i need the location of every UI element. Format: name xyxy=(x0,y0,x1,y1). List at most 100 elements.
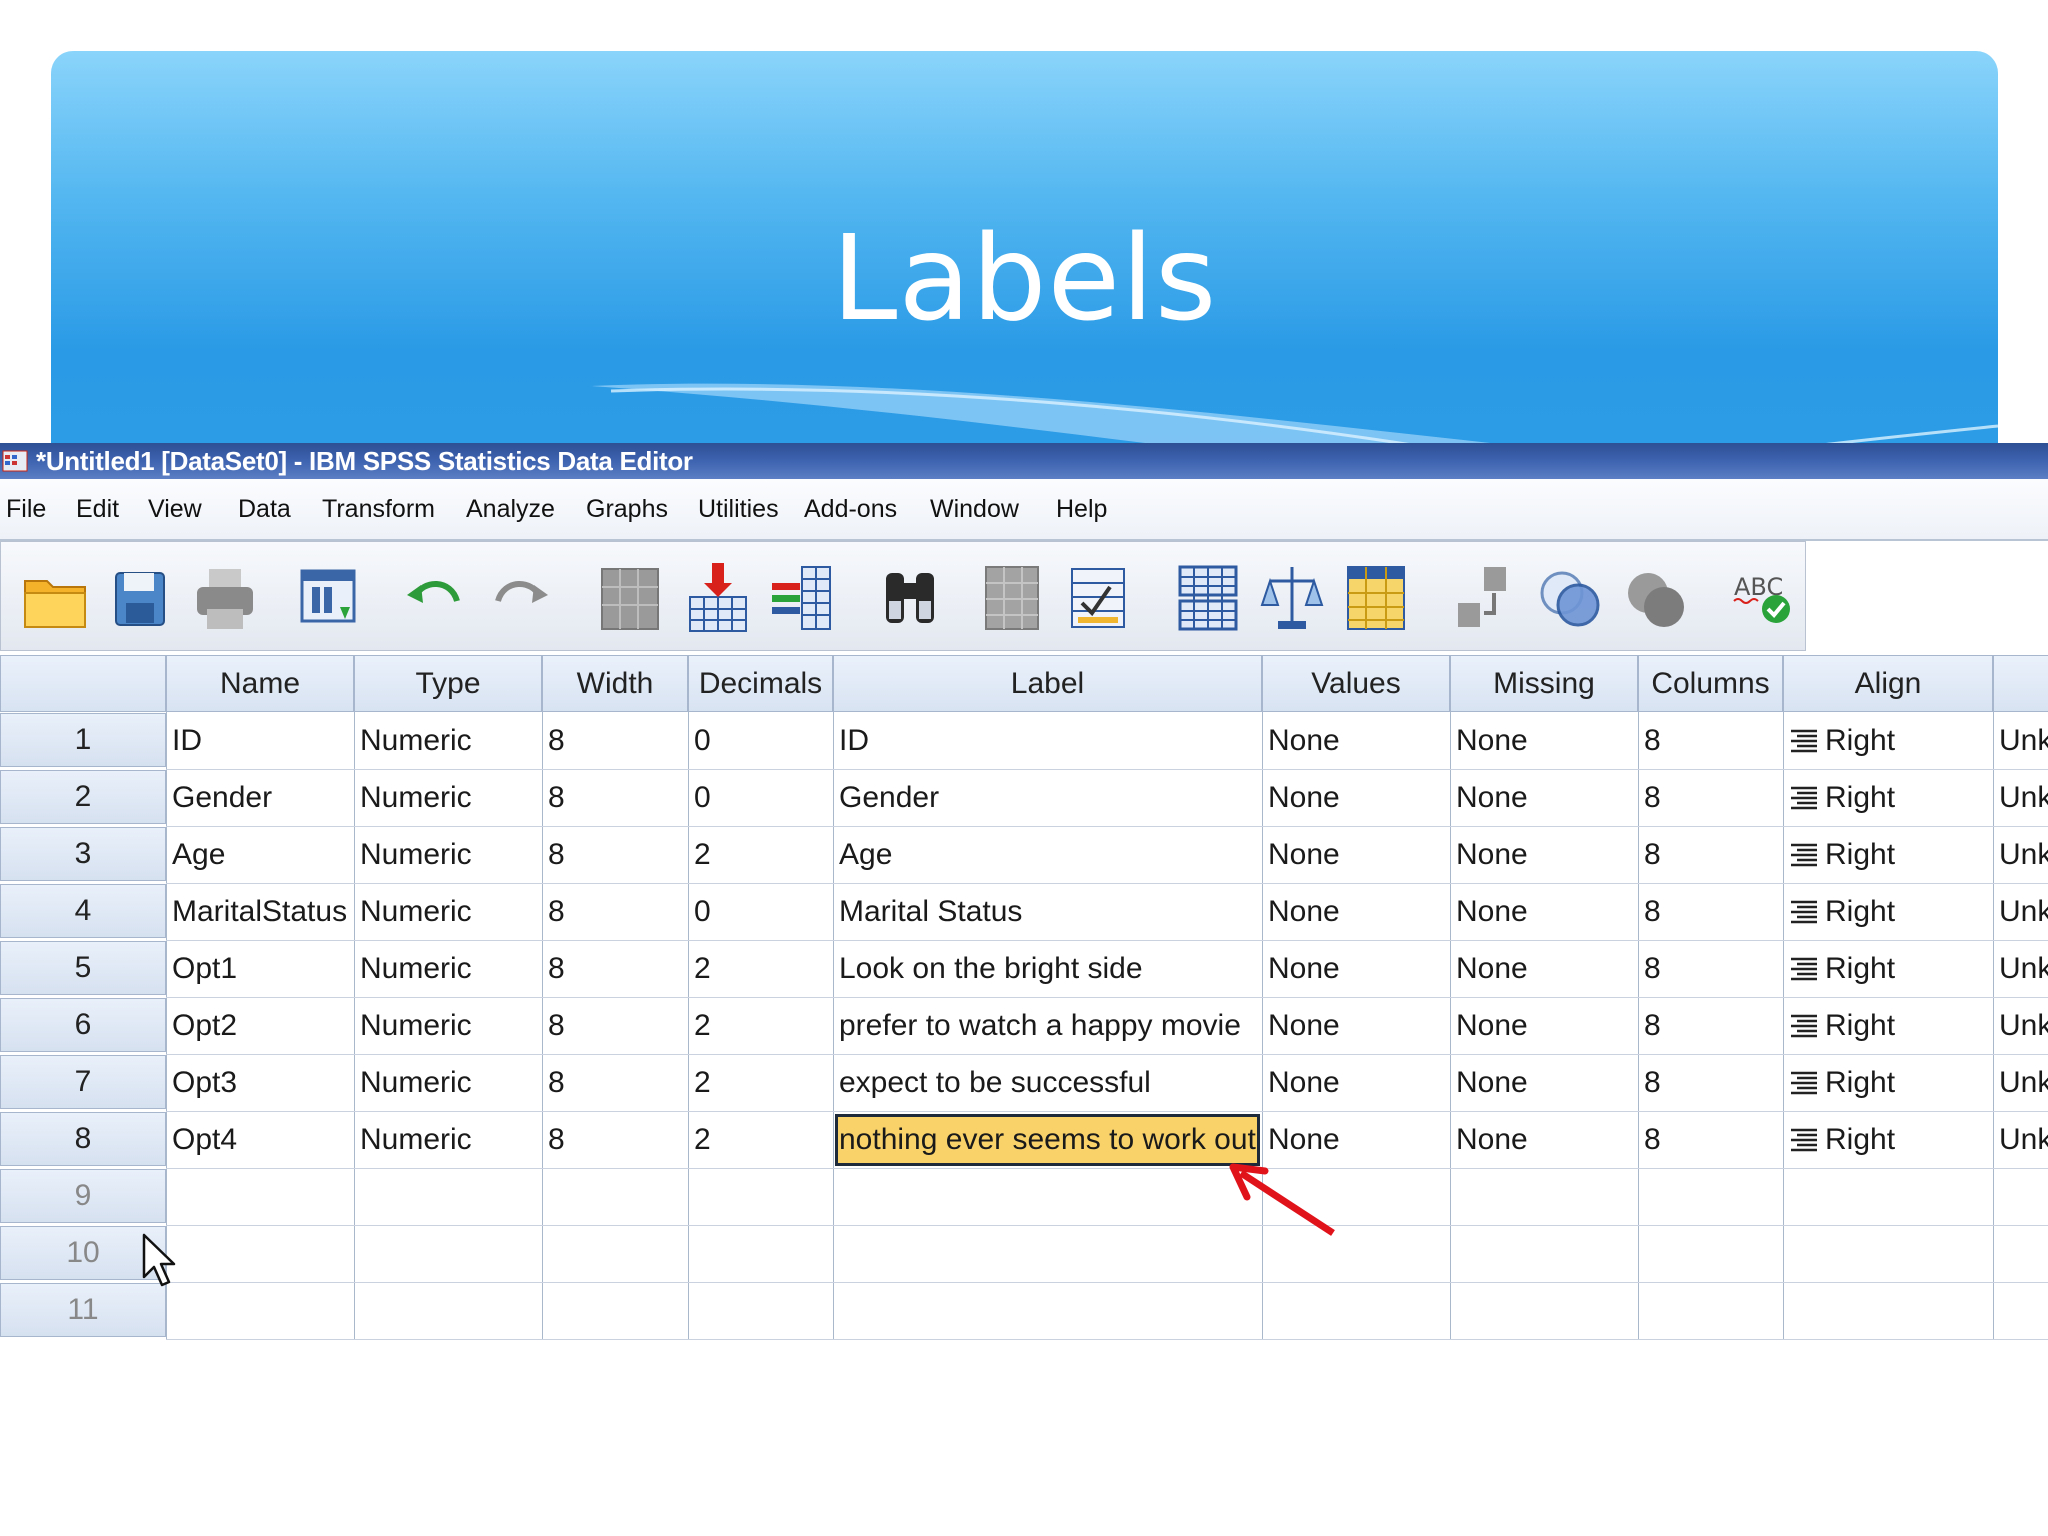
menu-view[interactable]: View xyxy=(148,495,202,524)
save-icon[interactable] xyxy=(101,552,179,642)
column-header-label[interactable]: Label xyxy=(833,655,1262,712)
cell-label[interactable]: ID xyxy=(833,712,1262,769)
menu-file[interactable]: File xyxy=(6,495,46,524)
menu-graphs[interactable]: Graphs xyxy=(586,495,668,524)
use-sets-icon[interactable] xyxy=(1531,552,1609,642)
split-file-icon[interactable] xyxy=(1169,552,1247,642)
row-header[interactable]: 6 xyxy=(0,998,166,1052)
cell-measure[interactable]: Unk xyxy=(1993,1111,2048,1168)
cell-missing[interactable]: None xyxy=(1450,826,1638,883)
cell-type[interactable]: Numeric xyxy=(354,712,542,769)
cell-type[interactable]: Numeric xyxy=(354,1111,542,1168)
column-header-values[interactable]: Values xyxy=(1262,655,1450,712)
cell-width[interactable]: 8 xyxy=(542,883,688,940)
cell-measure[interactable]: Unk xyxy=(1993,712,2048,769)
print-icon[interactable] xyxy=(186,552,264,642)
menu-utilities[interactable]: Utilities xyxy=(698,495,779,524)
menu-edit[interactable]: Edit xyxy=(76,495,119,524)
window-titlebar[interactable]: *Untitled1 [DataSet0] - IBM SPSS Statist… xyxy=(0,443,2048,479)
cell-name[interactable]: Age xyxy=(166,826,354,883)
cell-align[interactable]: Right xyxy=(1783,769,1993,826)
cell-width[interactable]: 8 xyxy=(542,826,688,883)
cell-label[interactable]: Marital Status xyxy=(833,883,1262,940)
cell-name[interactable]: ID xyxy=(166,712,354,769)
cell-name[interactable]: Gender xyxy=(166,769,354,826)
cell-decimals[interactable]: 2 xyxy=(688,1054,833,1111)
column-header-missing[interactable]: Missing xyxy=(1450,655,1638,712)
cell-missing[interactable]: None xyxy=(1450,1111,1638,1168)
cell-measure[interactable]: Unk xyxy=(1993,769,2048,826)
cell-type[interactable]: Numeric xyxy=(354,769,542,826)
cell-name[interactable]: Opt4 xyxy=(166,1111,354,1168)
menu-transform[interactable]: Transform xyxy=(322,495,435,524)
row-header[interactable]: 3 xyxy=(0,827,166,881)
cell-measure[interactable]: Unk xyxy=(1993,826,2048,883)
menu-help[interactable]: Help xyxy=(1056,495,1107,524)
cell-measure[interactable]: Unk xyxy=(1993,940,2048,997)
cell-name[interactable]: Opt2 xyxy=(166,997,354,1054)
select-cases-icon[interactable] xyxy=(1337,552,1415,642)
grid-corner[interactable] xyxy=(0,655,166,712)
cell-missing[interactable]: None xyxy=(1450,712,1638,769)
recall-dialog-icon[interactable] xyxy=(291,552,369,642)
selected-label-cell[interactable]: nothing ever seems to work out xyxy=(833,1111,1262,1168)
cell-measure[interactable]: Unk xyxy=(1993,997,2048,1054)
cell-decimals[interactable]: 2 xyxy=(688,826,833,883)
row-header[interactable]: 7 xyxy=(0,1055,166,1109)
cell-columns[interactable]: 8 xyxy=(1638,712,1783,769)
cell-width[interactable]: 8 xyxy=(542,1054,688,1111)
cell-label[interactable]: Gender xyxy=(833,769,1262,826)
cell-width[interactable]: 8 xyxy=(542,997,688,1054)
cell-values[interactable]: None xyxy=(1262,1054,1450,1111)
cell-columns[interactable]: 8 xyxy=(1638,940,1783,997)
row-header[interactable]: 4 xyxy=(0,884,166,938)
cell-missing[interactable]: None xyxy=(1450,769,1638,826)
cell-width[interactable]: 8 xyxy=(542,940,688,997)
weight-cases-icon[interactable] xyxy=(1253,552,1331,642)
cell-columns[interactable]: 8 xyxy=(1638,997,1783,1054)
cell-width[interactable]: 8 xyxy=(542,712,688,769)
insert-cases-icon[interactable] xyxy=(973,552,1051,642)
redo-icon[interactable] xyxy=(481,552,559,642)
undo-icon[interactable] xyxy=(396,552,474,642)
cell-align[interactable]: Right xyxy=(1783,940,1993,997)
cell-width[interactable]: 8 xyxy=(542,769,688,826)
cell-align[interactable]: Right xyxy=(1783,1054,1993,1111)
goto-variable-icon[interactable] xyxy=(679,552,757,642)
menu-data[interactable]: Data xyxy=(238,495,291,524)
cell-missing[interactable]: None xyxy=(1450,940,1638,997)
cell-name[interactable]: Opt1 xyxy=(166,940,354,997)
cell-columns[interactable]: 8 xyxy=(1638,1054,1783,1111)
cell-label[interactable]: expect to be successful xyxy=(833,1054,1262,1111)
row-header-empty[interactable]: 11 xyxy=(0,1283,166,1337)
menu-window[interactable]: Window xyxy=(930,495,1019,524)
cell-align[interactable]: Right xyxy=(1783,826,1993,883)
cell-align[interactable]: Right xyxy=(1783,883,1993,940)
row-header[interactable]: 8 xyxy=(0,1112,166,1166)
cell-missing[interactable]: None xyxy=(1450,997,1638,1054)
cell-name[interactable]: MaritalStatus xyxy=(166,883,354,940)
cell-values[interactable]: None xyxy=(1262,712,1450,769)
cell-measure[interactable]: Unk xyxy=(1993,883,2048,940)
cell-decimals[interactable]: 2 xyxy=(688,997,833,1054)
insert-variable-icon[interactable] xyxy=(1059,552,1137,642)
row-header-empty[interactable]: 9 xyxy=(0,1169,166,1223)
column-header-name[interactable]: Name xyxy=(166,655,354,712)
cell-values[interactable]: None xyxy=(1262,769,1450,826)
cell-missing[interactable]: None xyxy=(1450,883,1638,940)
cell-missing[interactable]: None xyxy=(1450,1054,1638,1111)
cell-label[interactable]: Age xyxy=(833,826,1262,883)
cell-name[interactable]: Opt3 xyxy=(166,1054,354,1111)
cell-align[interactable]: Right xyxy=(1783,712,1993,769)
cell-align[interactable]: Right xyxy=(1783,1111,1993,1168)
cell-decimals[interactable]: 2 xyxy=(688,940,833,997)
cell-type[interactable]: Numeric xyxy=(354,940,542,997)
cell-label[interactable]: prefer to watch a happy movie xyxy=(833,997,1262,1054)
cell-decimals[interactable]: 2 xyxy=(688,1111,833,1168)
cell-label[interactable]: Look on the bright side xyxy=(833,940,1262,997)
menu-addons[interactable]: Add-ons xyxy=(804,495,897,524)
cell-measure[interactable]: Unk xyxy=(1993,1054,2048,1111)
cell-type[interactable]: Numeric xyxy=(354,826,542,883)
column-header-width[interactable]: Width xyxy=(542,655,688,712)
cell-align[interactable]: Right xyxy=(1783,997,1993,1054)
